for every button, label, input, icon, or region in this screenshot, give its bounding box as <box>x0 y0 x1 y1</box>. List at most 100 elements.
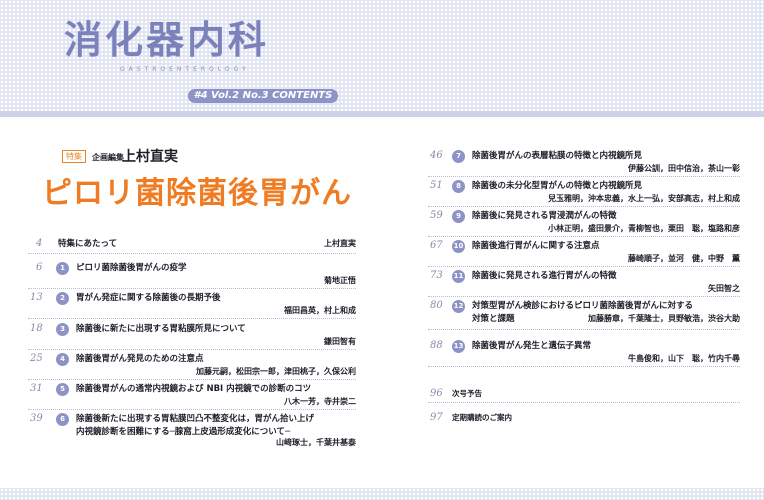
dotted-rule <box>428 236 740 237</box>
feature-badge: 特集 <box>62 150 86 163</box>
entry-authors: 鎌田智有 <box>324 336 356 346</box>
entry-authors: 藤崎順子，並河 健，中野 薫 <box>628 253 740 263</box>
entry-title: 除菌後に発見される胃浸潤がんの特徴 <box>472 211 617 221</box>
journal-title: 消化器内科 <box>64 17 270 62</box>
dotted-rule <box>428 296 740 297</box>
dotted-rule <box>428 366 740 367</box>
journal-subtitle: GASTROENTEROLOGY <box>120 66 250 73</box>
entry-number-badge: 4 <box>56 353 69 366</box>
toc-entry[interactable]: 97 定期購読のご案内 <box>428 412 740 423</box>
entry-authors: 上村直実 <box>324 238 356 248</box>
dotted-rule <box>428 266 740 267</box>
toc-entry[interactable]: 31 5 除菌後胃がんの通常内視鏡および NBI 内視鏡での診断のコツ 八木一芳… <box>28 383 356 410</box>
entry-title: 除菌後に新たに出現する胃粘膜所見について <box>76 324 246 334</box>
dotted-rule <box>28 288 356 289</box>
dotted-rule <box>28 409 356 410</box>
toc-entry[interactable]: 4 特集にあたって 上村直実 <box>28 238 356 254</box>
entry-title: 除菌後新たに出現する胃粘膜凹凸不整変化は，胃がん拾い上げ <box>76 414 315 424</box>
page-number: 25 <box>30 353 43 364</box>
editor-label: 企画編集 <box>92 153 124 162</box>
page-number: 97 <box>430 412 443 423</box>
entry-authors: 小林正明，盛田景介，青柳智也，栗田 聡，塩路和彦 <box>548 223 740 233</box>
entry-number-badge: 10 <box>452 240 465 253</box>
entry-title: 特集にあたって <box>58 239 118 249</box>
entry-authors: 山﨑琢士，千葉井基泰 <box>276 437 356 447</box>
entry-number-badge: 7 <box>452 150 465 163</box>
page-number: 6 <box>36 262 43 273</box>
entry-authors: 福田昌英，村上和成 <box>284 305 356 315</box>
entry-number-badge: 3 <box>56 323 69 336</box>
entry-authors: 菊地正悟 <box>324 275 356 285</box>
toc-entry[interactable]: 88 13 除菌後胃がん発生と遺伝子異常 牛島俊和，山下 聡，竹内千尋 <box>428 340 740 367</box>
header-band <box>0 111 764 117</box>
dotted-rule <box>428 206 740 207</box>
entry-authors: 牛島俊和，山下 聡，竹内千尋 <box>628 353 740 363</box>
toc-entry[interactable]: 67 10 除菌後進行胃がんに関する注意点 藤崎順子，並河 健，中野 薫 <box>428 240 740 267</box>
dotted-rule <box>428 329 740 330</box>
entry-title: 除菌後に発見される進行胃がんの特徴 <box>472 271 617 281</box>
page-number: 73 <box>430 270 443 281</box>
entry-title: 対策型胃がん検診におけるピロリ菌除菌後胃がんに対する <box>472 301 694 311</box>
feature-title: ピロリ菌除菌後胃がん <box>42 176 352 211</box>
page-number: 4 <box>36 238 43 249</box>
toc-entry[interactable]: 13 2 胃がん発症に関する除菌後の長期予後 福田昌英，村上和成 <box>28 292 356 319</box>
entry-title-line2: 内視鏡診断を困難にする─腺窩上皮過形成変化について─ <box>76 427 291 437</box>
entry-authors: 加藤元嗣，松田宗一郎，津田桃子，久保公利 <box>196 366 356 376</box>
toc-entry[interactable]: 96 次号予告 <box>428 388 740 403</box>
entry-title: 除菌後胃がん発生と遺伝子異常 <box>472 341 592 351</box>
dotted-rule <box>28 379 356 380</box>
toc-entry[interactable]: 25 4 除菌後胃がん発見のための注意点 加藤元嗣，松田宗一郎，津田桃子，久保公… <box>28 353 356 380</box>
entry-number-badge: 1 <box>56 262 69 275</box>
entry-title: 定期購読のご案内 <box>452 413 512 422</box>
entry-title: 除菌後の未分化型胃がんの特徴と内視鏡所見 <box>472 181 643 191</box>
editor-name: 上村直実 <box>122 149 178 165</box>
entry-authors: 八木一芳，寺井崇二 <box>284 396 356 406</box>
toc-entry[interactable]: 39 6 除菌後新たに出現する胃粘膜凹凸不整変化は，胃がん拾い上げ 内視鏡診断を… <box>28 413 356 447</box>
contents-bar: #4 Vol.2 No.3 CONTENTS <box>188 89 338 103</box>
page-number: 46 <box>430 150 443 161</box>
entry-number-badge: 6 <box>56 413 69 426</box>
toc-entry[interactable]: 80 12 対策型胃がん検診におけるピロリ菌除菌後胃がんに対する 対策と課題 加… <box>428 300 740 330</box>
page-number: 59 <box>430 210 443 221</box>
page-number: 39 <box>30 413 43 424</box>
entry-title: 胃がん発症に関する除菌後の長期予後 <box>76 293 221 303</box>
entry-number-badge: 8 <box>452 180 465 193</box>
entry-title-line2: 対策と課題 <box>472 314 515 324</box>
entry-number-badge: 12 <box>452 300 465 313</box>
dotted-rule <box>428 176 740 177</box>
page-number: 67 <box>430 240 443 251</box>
toc-entry[interactable]: 73 11 除菌後に発見される進行胃がんの特徴 矢田智之 <box>428 270 740 297</box>
toc-entry[interactable]: 46 7 除菌後胃がんの表層粘膜の特徴と内視鏡所見 伊藤公訓，田中信治，茶山一彰 <box>428 150 740 177</box>
toc-entry[interactable]: 59 9 除菌後に発見される胃浸潤がんの特徴 小林正明，盛田景介，青柳智也，栗田… <box>428 210 740 237</box>
entry-title: 次号予告 <box>452 389 482 398</box>
entry-number-badge: 2 <box>56 292 69 305</box>
entry-authors: 矢田智之 <box>708 283 740 293</box>
page-number: 13 <box>30 292 43 303</box>
page-number: 96 <box>430 388 443 399</box>
entry-number-badge: 9 <box>452 210 465 223</box>
dotted-rule <box>428 402 740 403</box>
page-number: 31 <box>30 383 43 394</box>
dotted-rule <box>28 318 356 319</box>
entry-authors: 伊藤公訓，田中信治，茶山一彰 <box>628 163 740 173</box>
toc-entry[interactable]: 51 8 除菌後の未分化型胃がんの特徴と内視鏡所見 兒玉雅明，沖本忠義，水上一弘… <box>428 180 740 207</box>
entry-authors: 兒玉雅明，沖本忠義，水上一弘，安部高志，村上和成 <box>548 193 740 203</box>
entry-authors: 加藤勝章，千葉隆士，貝野敏浩，渋谷大助 <box>588 313 740 323</box>
toc-entry[interactable]: 6 1 ピロリ菌除菌後胃がんの疫学 菊地正悟 <box>28 262 356 289</box>
toc-entry[interactable]: 18 3 除菌後に新たに出現する胃粘膜所見について 鎌田智有 <box>28 323 356 350</box>
dotted-rule <box>28 253 356 254</box>
page-number: 80 <box>430 300 443 311</box>
entry-number-badge: 13 <box>452 340 465 353</box>
entry-title: 除菌後胃がんの通常内視鏡および NBI 内視鏡での診断のコツ <box>76 384 312 394</box>
page-number: 88 <box>430 340 443 351</box>
entry-title: 除菌後胃がん発見のための注意点 <box>76 354 204 364</box>
page-number: 51 <box>430 180 443 191</box>
dotted-rule <box>28 349 356 350</box>
entry-number-badge: 5 <box>56 383 69 396</box>
entry-title: 除菌後胃がんの表層粘膜の特徴と内視鏡所見 <box>472 151 643 161</box>
page-number: 18 <box>30 323 43 334</box>
footer-dot-pattern <box>0 488 764 500</box>
entry-title: ピロリ菌除菌後胃がんの疫学 <box>76 263 187 273</box>
entry-number-badge: 11 <box>452 270 465 283</box>
entry-title: 除菌後進行胃がんに関する注意点 <box>472 241 600 251</box>
